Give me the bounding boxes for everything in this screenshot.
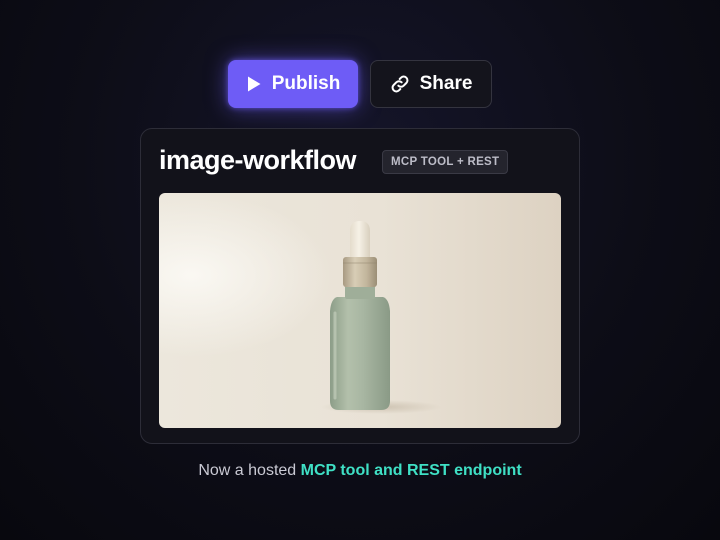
caption-highlight: MCP tool and REST endpoint xyxy=(300,462,522,479)
type-badge: MCP TOOL + REST xyxy=(382,150,509,174)
share-button-label: Share xyxy=(419,73,473,94)
stage: Publish Share image-workflow MCP TOOL + … xyxy=(0,0,720,540)
card-title: image-workflow xyxy=(159,145,357,175)
share-button[interactable]: Share xyxy=(370,60,492,108)
publish-button[interactable]: Publish xyxy=(228,60,358,108)
workflow-card: image-workflow MCP TOOL + REST xyxy=(140,128,580,444)
caption-prefix: Now a hosted xyxy=(198,462,301,479)
link-icon xyxy=(390,74,410,94)
product-photo xyxy=(159,193,561,428)
caption: Now a hosted MCP tool and REST endpoint xyxy=(0,462,720,480)
play-icon xyxy=(246,75,262,93)
publish-button-label: Publish xyxy=(271,73,341,94)
